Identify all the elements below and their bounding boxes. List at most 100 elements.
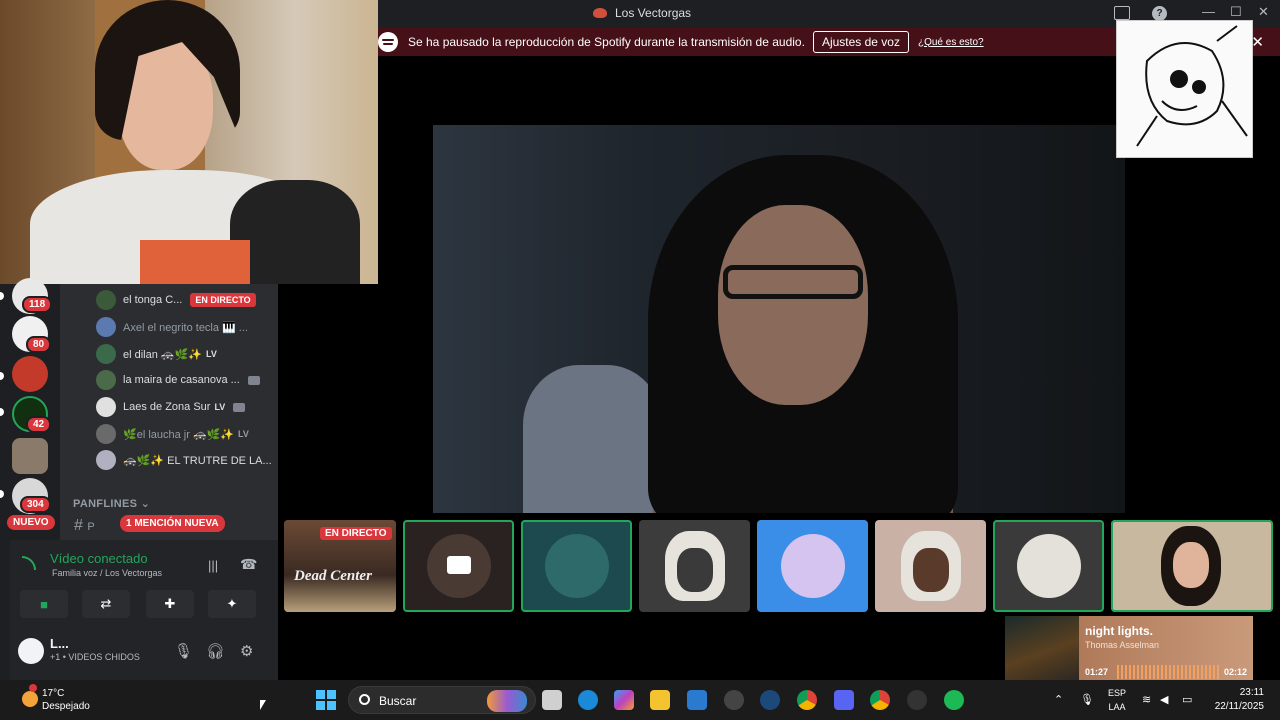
- store-icon[interactable]: [687, 690, 707, 710]
- glasses: [723, 265, 863, 299]
- microphone-icon[interactable]: 🎙︎: [174, 642, 193, 660]
- focused-video-feed[interactable]: [433, 125, 1125, 513]
- channel-list: el tonga C... EN DIRECTO Axel el negrito…: [60, 284, 278, 540]
- spotify-icon: [378, 32, 398, 52]
- wifi-icon[interactable]: ≋: [1142, 693, 1151, 706]
- category-header[interactable]: PANFLINES ⌄: [73, 497, 150, 510]
- member-name: el tonga C...: [123, 294, 183, 306]
- member-name: 🌿el laucha jr 🚓🌿✨: [123, 428, 235, 441]
- voice-status[interactable]: Vídeo conectado: [50, 551, 148, 566]
- activities-button[interactable]: ✚: [146, 590, 194, 618]
- soundboard-button[interactable]: ✦: [208, 590, 256, 618]
- server-icon-5[interactable]: [12, 438, 48, 474]
- voice-member[interactable]: 🌿el laucha jr 🚓🌿✨ LV: [96, 422, 276, 446]
- inbox-icon[interactable]: [1114, 6, 1130, 20]
- discord-icon[interactable]: [834, 690, 854, 710]
- text-channel-row[interactable]: # P: [74, 517, 95, 535]
- voice-member[interactable]: el tonga C... EN DIRECTO: [96, 288, 276, 312]
- copilot-icon[interactable]: [614, 690, 634, 710]
- new-mention-pill[interactable]: 1 MENCIÓN NUEVA: [120, 515, 225, 532]
- notice-message: Se ha pausado la reproducción de Spotify…: [408, 35, 805, 49]
- app-hex-icon[interactable]: [724, 690, 744, 710]
- screen-share-button[interactable]: ⇄: [82, 590, 130, 618]
- voice-location[interactable]: Familia voz / Los Vectorgas: [52, 568, 162, 578]
- camera-off-icon: [447, 556, 471, 574]
- self-webcam-feed[interactable]: [0, 0, 378, 284]
- user-status[interactable]: +1 • VIDEOS CHIDOS: [50, 652, 140, 662]
- voice-member[interactable]: la maira de casanova ...: [96, 368, 276, 392]
- sun-icon: [22, 691, 38, 707]
- file-explorer-icon[interactable]: [650, 690, 670, 710]
- task-view-icon[interactable]: [542, 690, 562, 710]
- track-title: night lights.: [1085, 624, 1153, 638]
- date: 22/11/2025: [1214, 701, 1264, 712]
- voice-member[interactable]: el dilan 🚓🌿✨ LV: [96, 342, 276, 366]
- unread-pip: [0, 372, 4, 380]
- spotify-taskbar-icon[interactable]: [944, 690, 964, 710]
- screen-share-icon: ⇄: [100, 596, 112, 611]
- weather-text: 17°C Despejado: [42, 687, 90, 713]
- server-badge-3: 42: [26, 416, 52, 433]
- close-window-icon[interactable]: ✕: [1258, 4, 1269, 20]
- avatar: [96, 317, 116, 337]
- maximize-icon[interactable]: ☐: [1230, 4, 1242, 20]
- category-name: PANFLINES: [73, 498, 138, 510]
- participant-tile-stream[interactable]: Dead Center EN DIRECTO: [284, 520, 396, 612]
- disconnect-icon[interactable]: ☎: [240, 556, 257, 573]
- start-button[interactable]: [316, 690, 336, 710]
- help-icon[interactable]: ?: [1152, 6, 1167, 21]
- chrome-profile-icon[interactable]: [870, 690, 890, 710]
- popout-stream-preview[interactable]: [1116, 20, 1253, 158]
- microphone-tray-icon[interactable]: 🎙︎: [1080, 693, 1094, 706]
- camera-icon: [233, 402, 246, 412]
- headphones-icon[interactable]: 🎧︎: [206, 642, 225, 660]
- poster-title: Dead Center: [294, 568, 372, 584]
- close-notice-icon[interactable]: ✕: [1251, 33, 1264, 51]
- unread-pip: [0, 292, 4, 300]
- participant-tile-self[interactable]: [1111, 520, 1273, 612]
- noise-suppression-icon[interactable]: |||: [208, 558, 218, 573]
- now-playing-widget[interactable]: night lights. Thomas Asselman 01:27 02:1…: [1005, 616, 1253, 690]
- volume-icon[interactable]: ◀︎: [1160, 693, 1168, 706]
- avatar: [96, 370, 116, 390]
- chrome-icon[interactable]: [797, 690, 817, 710]
- what-is-this-link[interactable]: ¿Qué es esto?: [918, 37, 984, 48]
- steam-icon[interactable]: [760, 690, 780, 710]
- settings-gear-icon[interactable]: ⚙: [240, 642, 253, 660]
- battery-icon[interactable]: ▭: [1182, 693, 1192, 706]
- chevron-up-icon[interactable]: ⌃: [1054, 693, 1063, 706]
- language-indicator[interactable]: ESP LAA: [1108, 686, 1126, 714]
- voice-settings-button[interactable]: Ajustes de voz: [812, 31, 909, 53]
- participant-tile[interactable]: [639, 520, 750, 612]
- user-name[interactable]: L...: [50, 636, 69, 651]
- edge-browser-icon[interactable]: [578, 690, 598, 710]
- participant-tile[interactable]: [875, 520, 986, 612]
- lv-tag: LV: [214, 402, 226, 412]
- camera-icon: ■: [40, 596, 48, 612]
- minimize-icon[interactable]: —: [1202, 4, 1215, 19]
- camera-button[interactable]: ■: [20, 590, 68, 618]
- voice-member[interactable]: Laes de Zona Sur LV: [96, 395, 276, 419]
- shirt-graphic: [140, 240, 250, 284]
- search-icon: [359, 694, 370, 705]
- participant-tile[interactable]: [403, 520, 514, 612]
- participant-tile[interactable]: [993, 520, 1104, 612]
- track-artist: Thomas Asselman: [1085, 640, 1160, 650]
- obs-icon[interactable]: [907, 690, 927, 710]
- new-servers-pill[interactable]: NUEVO: [7, 515, 55, 530]
- camera-icon: [247, 375, 260, 385]
- signal-icon[interactable]: [22, 556, 36, 570]
- avatar: [1016, 534, 1081, 598]
- avatar-image: [912, 548, 949, 592]
- taskbar-search[interactable]: Buscar: [348, 686, 536, 714]
- participant-tile[interactable]: [521, 520, 632, 612]
- participant-strip: Dead Center EN DIRECTO: [284, 520, 1274, 612]
- user-avatar[interactable]: [18, 638, 44, 664]
- participant-tile[interactable]: [757, 520, 868, 612]
- voice-member[interactable]: Axel el negrito tecla 🎹 ...: [96, 315, 276, 339]
- avatar: [96, 424, 116, 444]
- sketch-drawing: [1136, 25, 1248, 147]
- voice-member[interactable]: 🚓🌿✨ EL TRUTRE DE LA...: [96, 448, 276, 472]
- server-icon-3[interactable]: [12, 356, 48, 392]
- system-clock[interactable]: 23:11 22/11/2025: [1215, 686, 1264, 714]
